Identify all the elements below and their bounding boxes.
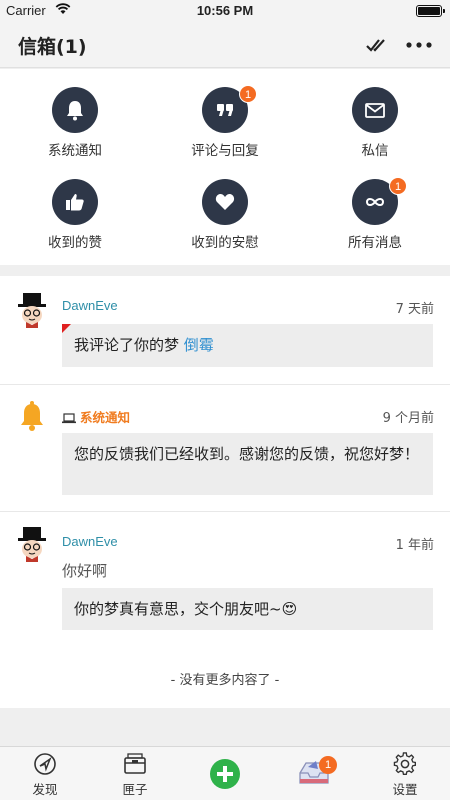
list-item[interactable]: 系统通知 9 个月前 您的反馈我们已经收到。感谢您的反馈，祝您好梦！: [0, 385, 450, 511]
dream-link[interactable]: 倒霉: [184, 336, 214, 354]
thumbs-up-icon: [52, 179, 98, 225]
message-bubble: 你的梦真有意思，交个朋友吧~😍: [62, 588, 433, 630]
bell-icon: [52, 87, 98, 133]
laptop-icon: [62, 413, 76, 424]
page-title: 信箱(1): [18, 36, 87, 58]
timestamp: 9 个月前: [382, 411, 434, 426]
unread-badge: 1: [389, 177, 407, 195]
grid-item-label: 收到的安慰: [191, 235, 259, 251]
system-sender: 系统通知: [62, 407, 130, 426]
message-feed: DawnEve 7 天前 我评论了你的梦 倒霉 系统通知 9 个月前 您的反馈我…: [0, 276, 450, 708]
message-text: 我评论了你的梦: [74, 336, 180, 354]
quoted-text: 你好啊: [62, 562, 108, 580]
grid-item-label: 私信: [361, 143, 389, 159]
tab-discover[interactable]: 发现: [0, 747, 90, 800]
heart-icon: [202, 179, 248, 225]
tab-bar: 发现 匣子 1 设置: [0, 746, 450, 800]
more-dots-icon[interactable]: [404, 34, 434, 56]
battery-icon: [416, 5, 445, 17]
unread-badge: 1: [239, 85, 257, 103]
tab-label: 匣子: [122, 782, 148, 797]
tab-inbox[interactable]: 1: [270, 747, 360, 800]
message-bubble: 我评论了你的梦 倒霉: [62, 324, 433, 367]
tab-box[interactable]: 匣子: [90, 747, 180, 800]
system-sender-label: 系统通知: [80, 410, 131, 425]
double-check-icon[interactable]: [366, 35, 388, 55]
timestamp: 7 天前: [395, 302, 434, 317]
list-item[interactable]: DawnEve 7 天前 我评论了你的梦 倒霉: [0, 276, 450, 384]
tab-settings[interactable]: 设置: [360, 747, 450, 800]
grid-item-comments[interactable]: 1 评论与回复: [150, 85, 300, 171]
message-text: 您的反馈我们已经收到。感谢您的反馈，祝您好梦！: [74, 445, 420, 463]
envelope-icon: [352, 87, 398, 133]
grid-item-label: 收到的赞: [48, 235, 102, 251]
tab-label: 发现: [32, 782, 58, 797]
grid-item-label: 系统通知: [48, 143, 102, 159]
add-button[interactable]: [180, 747, 270, 800]
plus-icon: [210, 759, 240, 789]
grid-item-label: 所有消息: [348, 235, 402, 251]
grid-item-comforts[interactable]: 收到的安慰: [150, 179, 300, 263]
gear-icon: [393, 752, 417, 776]
end-of-list-text: - 没有更多内容了 -: [170, 673, 280, 688]
nav-bar: 信箱(1): [0, 22, 450, 68]
message-bubble: 您的反馈我们已经收到。感谢您的反馈，祝您好梦！: [62, 433, 433, 495]
clock: 10:56 PM: [196, 3, 254, 18]
message-text: 你的梦真有意思，交个朋友吧~😍: [74, 600, 298, 618]
timestamp: 1 年前: [395, 538, 434, 553]
status-bar: Carrier 10:56 PM: [0, 0, 450, 22]
tab-label: 设置: [392, 782, 418, 797]
grid-item-private-message[interactable]: 私信: [300, 87, 450, 171]
username[interactable]: DawnEve: [62, 534, 118, 549]
avatar: [14, 526, 50, 562]
box-icon: [123, 752, 147, 776]
category-grid: 系统通知 1 评论与回复 私信 收到的赞 收到的安慰 1 所有消息: [0, 69, 450, 265]
inbox-badge: 1: [319, 756, 337, 774]
grid-item-all-messages[interactable]: 1 所有消息: [300, 177, 450, 263]
bell-avatar-icon: [14, 399, 50, 435]
grid-item-label: 评论与回复: [191, 143, 259, 159]
grid-item-system-notice[interactable]: 系统通知: [0, 87, 150, 171]
avatar: [14, 292, 50, 328]
username[interactable]: DawnEve: [62, 298, 118, 313]
grid-item-likes[interactable]: 收到的赞: [0, 179, 150, 263]
unread-marker: [62, 324, 71, 333]
list-item[interactable]: DawnEve 1 年前 你好啊 你的梦真有意思，交个朋友吧~😍: [0, 512, 450, 642]
compass-icon: [33, 752, 57, 776]
